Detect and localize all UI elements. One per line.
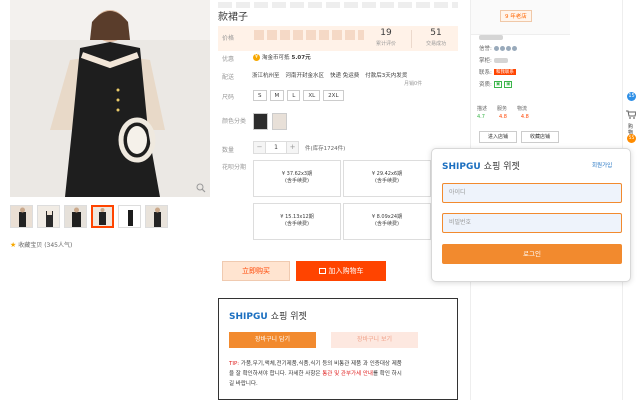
- shipping-info: 浙江杭州至 河南开封金水区 快递 免运费 付款后3天内发货: [252, 71, 408, 79]
- size-label: 尺码: [222, 94, 235, 101]
- product-main-image[interactable]: [10, 0, 210, 197]
- sidebar-count-badge[interactable]: 55: [627, 134, 636, 143]
- widget-title: SHIPGU 쇼핑 위젯: [229, 312, 307, 322]
- buy-now-button[interactable]: 立即购买: [222, 261, 290, 281]
- size-option[interactable]: 2XL: [323, 90, 344, 101]
- shop-contact: 联系: 和我联系: [479, 69, 516, 76]
- shop-scores: 描述 服务 物流 4.7 4.8 4.8: [477, 106, 529, 120]
- size-option[interactable]: L: [287, 90, 301, 101]
- shipgu-widget: SHIPGU 쇼핑 위젯 장바구니 담기 장바구니 보기 TIP: 가품,무기,…: [218, 298, 458, 400]
- star-icon: ★: [10, 240, 17, 249]
- stat-reviews[interactable]: 19 累计评价: [366, 28, 406, 47]
- coin-icon: ¥: [253, 53, 260, 61]
- promo-label: 优惠: [222, 56, 235, 63]
- color-option[interactable]: [272, 113, 287, 130]
- license-icon[interactable]: ▣: [504, 80, 513, 88]
- title-blurred: [218, 2, 458, 8]
- quantity-stepper: − 1 + 件(库存1724件): [253, 141, 345, 154]
- size-option[interactable]: S: [253, 90, 267, 101]
- widget-tip: TIP: 가품,무기,액체,전기제품,식품,식기 등의 비통관 제품 과 인증대…: [229, 361, 402, 387]
- credit-dots: [493, 45, 517, 51]
- ship-label: 配送: [222, 74, 235, 81]
- shop-name-blurred: [479, 35, 503, 42]
- installment-plan[interactable]: ¥ 8.09x24期 (含手续费): [343, 203, 431, 240]
- add-to-cart-button[interactable]: 加入购物车: [296, 261, 386, 281]
- id-input[interactable]: 아이디: [442, 183, 622, 203]
- qty-minus-button[interactable]: −: [253, 141, 266, 154]
- thumbnail[interactable]: [145, 205, 168, 228]
- password-input[interactable]: 비밀번호: [442, 213, 622, 233]
- customs-link[interactable]: 통관 및 관부가세 안내: [322, 371, 373, 377]
- price-blurred: [254, 30, 364, 40]
- size-options: S M L XL 2XL: [253, 90, 344, 101]
- size-option[interactable]: M: [269, 90, 285, 101]
- thumbnail[interactable]: [10, 205, 33, 228]
- monthly-sales: 月销0件: [404, 81, 423, 87]
- shop-years-badge: 9 年老店: [500, 10, 532, 22]
- color-label: 颜色分类: [222, 118, 247, 125]
- magnifier-icon[interactable]: [196, 183, 208, 195]
- product-title: 款裙子: [218, 12, 248, 23]
- thumbnail[interactable]: [37, 205, 60, 228]
- cart-icon[interactable]: [626, 110, 637, 121]
- qty-input[interactable]: 1: [266, 141, 286, 154]
- cart-add-button[interactable]: 장바구니 담기: [229, 332, 316, 348]
- thumbnail-selected[interactable]: [91, 205, 114, 228]
- thumbnail[interactable]: [64, 205, 87, 228]
- thumbnail[interactable]: [118, 205, 141, 228]
- installment-label: 花呗分期: [222, 164, 247, 171]
- favorite-shop-button[interactable]: 收藏店铺: [521, 131, 559, 143]
- size-option[interactable]: XL: [303, 90, 321, 101]
- login-button[interactable]: 로그인: [442, 244, 622, 264]
- destination-select[interactable]: 河南开封金水区: [286, 71, 325, 79]
- enter-shop-button[interactable]: 进入店铺: [479, 131, 517, 143]
- price-box: 价格 19 累计评价 51 交易成功: [218, 26, 458, 51]
- qty-label: 数量: [222, 147, 235, 154]
- coupon-info[interactable]: ¥ 淘金币可抵 5.07元: [253, 53, 311, 61]
- cart-icon: [318, 268, 326, 274]
- contact-button[interactable]: 和我联系: [493, 69, 516, 75]
- color-option[interactable]: [253, 113, 268, 130]
- price-label: 价格: [222, 35, 235, 42]
- favorite-link[interactable]: ★ 收藏宝贝 (345人气): [10, 240, 73, 250]
- license-icon[interactable]: ▣: [493, 80, 503, 88]
- thumbnail-strip: [10, 205, 168, 228]
- color-options: [253, 113, 287, 130]
- installment-plan[interactable]: ¥ 29.42x6期 (含手续费): [343, 160, 431, 197]
- qty-plus-button[interactable]: +: [286, 141, 299, 154]
- signup-link[interactable]: 회원가입: [592, 161, 612, 169]
- cart-view-button[interactable]: 장바구니 보기: [331, 332, 418, 348]
- shop-credit: 信誉:: [479, 44, 517, 52]
- favorite-count: 收藏宝贝 (345人气): [18, 242, 73, 249]
- popup-title: SHIPGU 쇼핑 위젯: [442, 162, 520, 172]
- stock-text: 件(库存1724件): [305, 145, 346, 152]
- shop-owner: 掌柜:: [479, 56, 508, 64]
- notification-badge[interactable]: 15: [627, 92, 636, 101]
- installment-plan[interactable]: ¥ 37.62x3期 (含手续费): [253, 160, 341, 197]
- installment-plan[interactable]: ¥ 15.13x12期 (含手续费): [253, 203, 341, 240]
- shop-qualification: 资质: ▣ ▣: [479, 80, 513, 88]
- divider: [411, 30, 412, 48]
- stat-sales: 51 交易成功: [425, 28, 446, 47]
- shipgu-login-popup: SHIPGU 쇼핑 위젯 회원가입 아이디 비밀번호 로그인: [431, 148, 631, 282]
